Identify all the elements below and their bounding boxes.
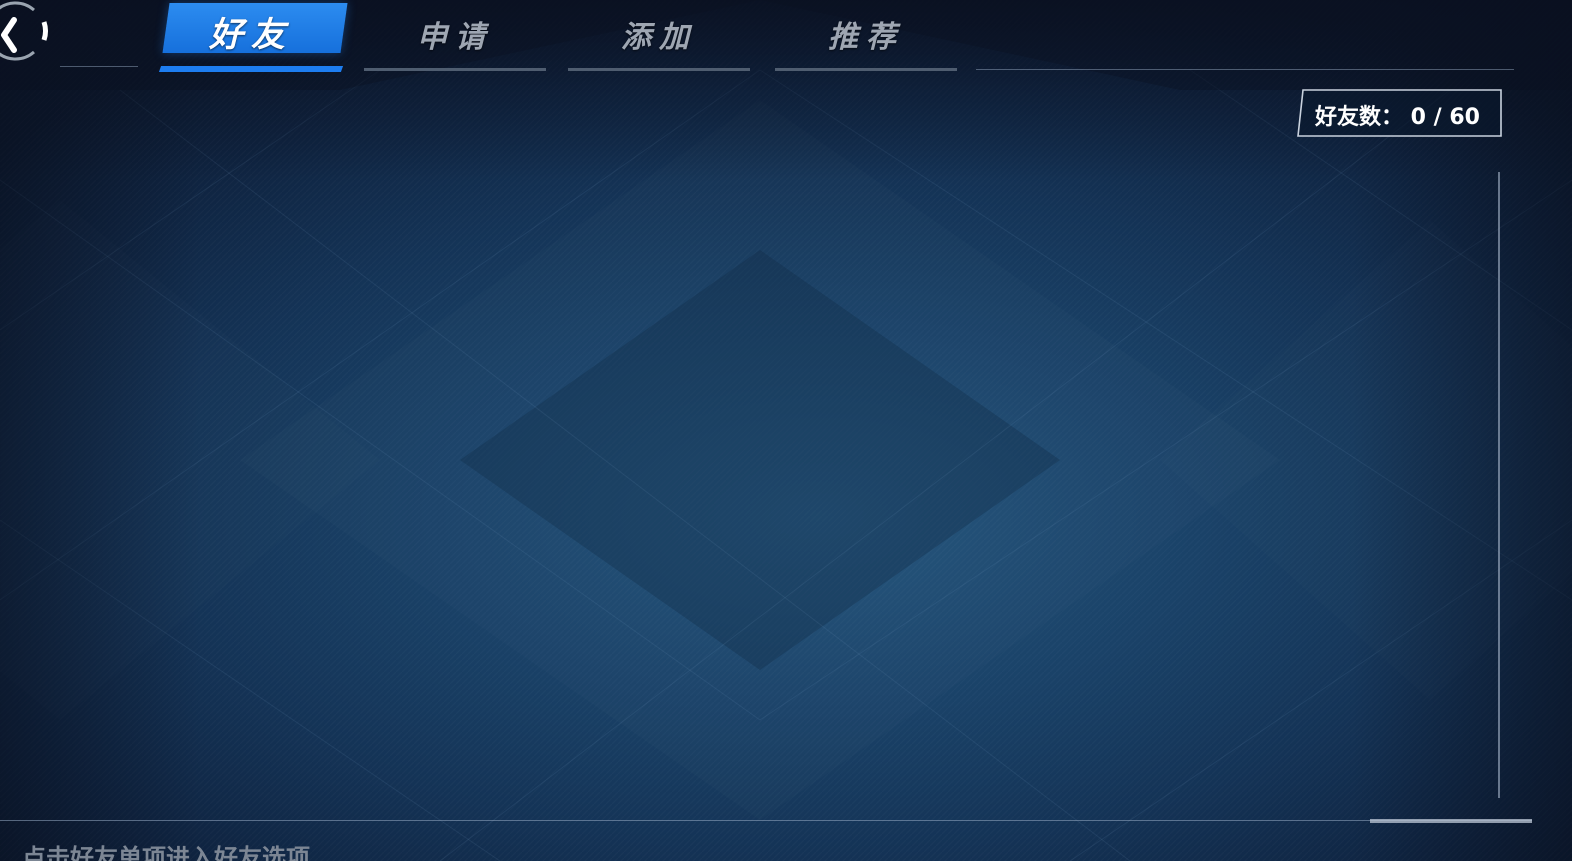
tab-label: 好友 — [209, 15, 293, 55]
tab-requests[interactable]: 申请 — [364, 0, 546, 72]
tab-label: 申请 — [417, 20, 493, 55]
friends-screen: 好友 申请 添加 推荐 好友数： 0 / 60 点击好友单项进入好友选项 — [0, 0, 1572, 861]
footer-hint: 点击好友单项进入好友选项 — [22, 844, 310, 861]
tab-bar-divider-right — [976, 69, 1514, 70]
tab-underline — [568, 68, 750, 71]
footer-divider — [0, 820, 1532, 821]
tab-add[interactable]: 添加 — [568, 0, 750, 72]
tab-underline — [364, 68, 546, 71]
tab-underline — [158, 66, 344, 72]
friend-count-text: 好友数： 0 / 60 — [1315, 105, 1480, 130]
tab-underline — [775, 68, 957, 71]
tab-label: 添加 — [621, 20, 697, 55]
back-button[interactable] — [0, 0, 54, 70]
friend-count-badge: 好友数： 0 / 60 — [1297, 89, 1502, 137]
footer-scroll-thumb[interactable] — [1370, 819, 1532, 823]
back-arrow-icon — [0, 1, 48, 61]
friend-list[interactable] — [0, 150, 1490, 810]
tab-label: 推荐 — [828, 20, 904, 55]
tab-bar-divider-left — [60, 66, 138, 67]
friend-list-scrollbar[interactable] — [1498, 172, 1500, 798]
tab-friends[interactable]: 好友 — [158, 0, 348, 72]
tab-recommend[interactable]: 推荐 — [775, 0, 957, 72]
